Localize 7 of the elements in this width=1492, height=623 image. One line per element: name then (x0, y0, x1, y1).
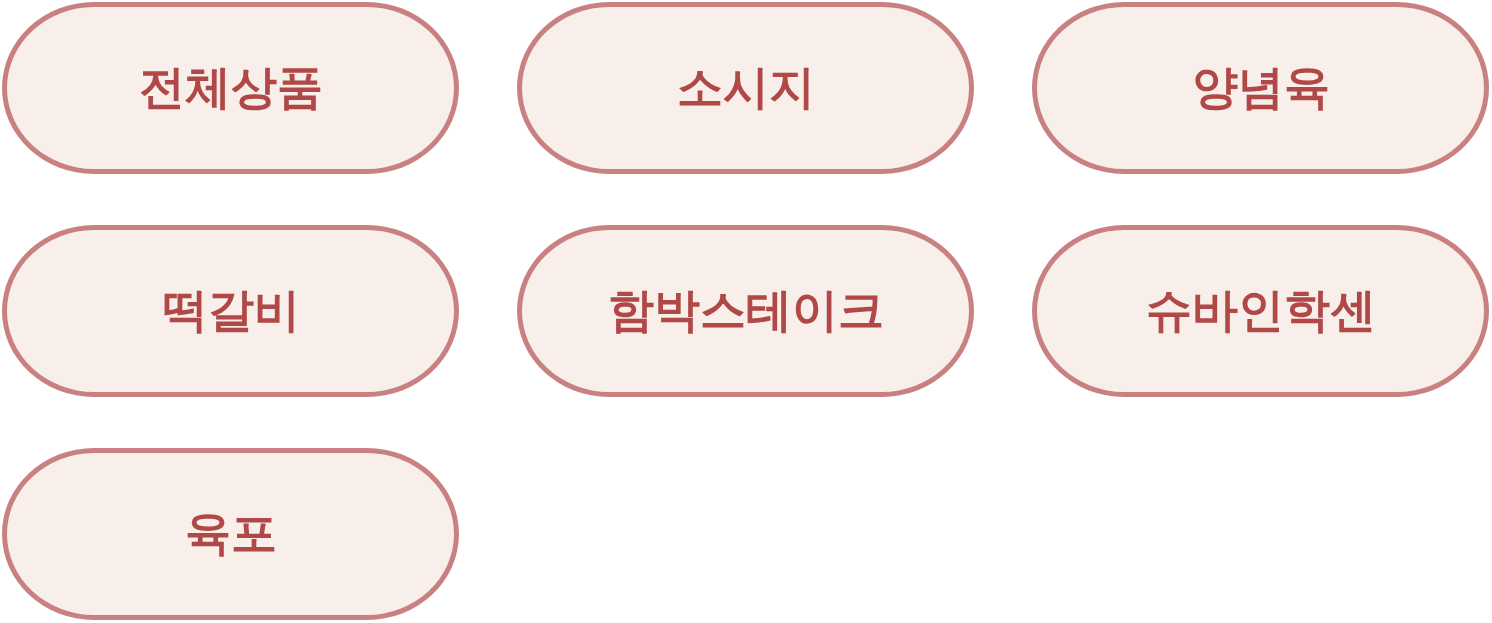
category-button[interactable]: 양념육 (1032, 2, 1489, 174)
category-button[interactable]: 슈바인학센 (1032, 225, 1489, 397)
category-button[interactable]: 함박스테이크 (517, 225, 974, 397)
category-button[interactable]: 육포 (2, 448, 459, 620)
category-button[interactable]: 떡갈비 (2, 225, 459, 397)
category-button[interactable]: 소시지 (517, 2, 974, 174)
category-button[interactable]: 전체상품 (2, 2, 459, 174)
